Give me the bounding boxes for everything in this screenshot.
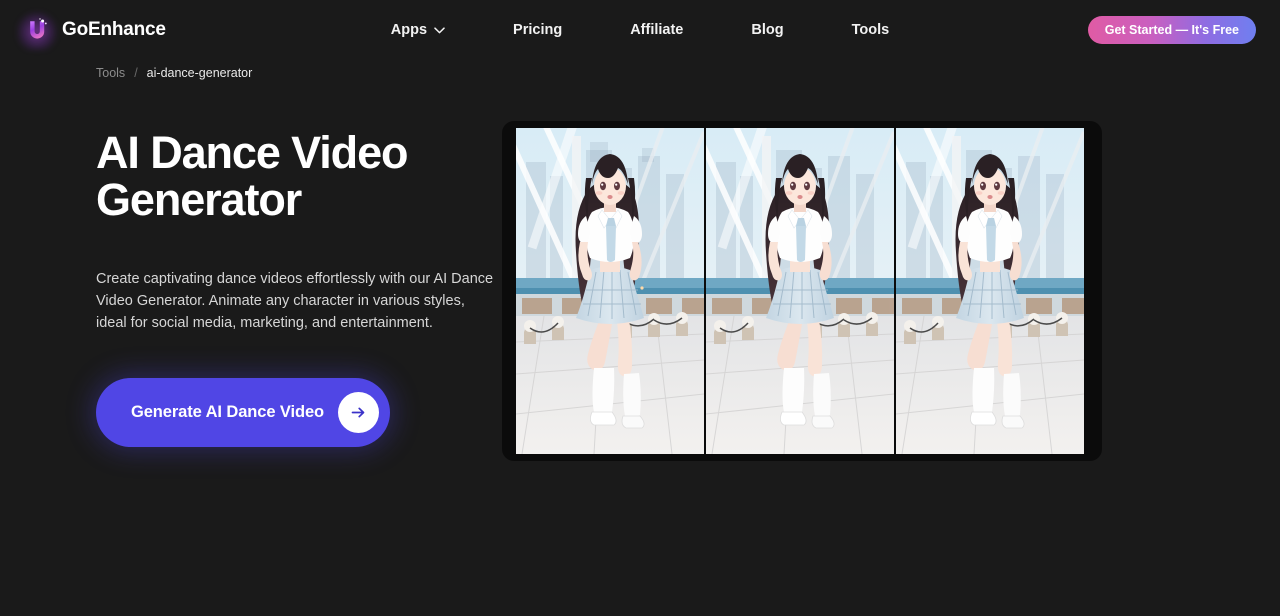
get-started-button[interactable]: Get Started — It's Free	[1087, 16, 1256, 44]
nav-item-tools[interactable]: Tools	[818, 22, 924, 38]
hero-copy: AI Dance Video Generator Create captivat…	[0, 124, 500, 448]
video-frame	[896, 128, 1084, 454]
brand-name: GoEnhance	[62, 19, 166, 40]
breadcrumb: Tools / ai-dance-generator	[0, 60, 1280, 80]
nav-item-affiliate[interactable]: Affiliate	[596, 22, 717, 38]
generate-ai-dance-video-button[interactable]: Generate AI Dance Video	[96, 378, 390, 448]
breadcrumb-separator: /	[134, 66, 138, 80]
site-header: GoEnhance Apps Pricing Affiliate Blog To…	[0, 0, 1280, 60]
goenhance-u-logo-icon	[17, 10, 57, 50]
nav-item-blog[interactable]: Blog	[717, 22, 817, 38]
nav-item-apps[interactable]: Apps	[357, 22, 479, 38]
page-title: AI Dance Video Generator	[96, 127, 408, 225]
breadcrumb-current: ai-dance-generator	[146, 66, 253, 80]
hero-description: Create captivating dance videos effortle…	[96, 270, 494, 331]
nav-item-pricing[interactable]: Pricing	[479, 22, 596, 38]
nav-item-apps-label: Apps	[390, 22, 428, 38]
arrow-right-icon	[338, 392, 379, 434]
breadcrumb-tools-link[interactable]: Tools	[96, 66, 125, 80]
hero-media	[500, 121, 1280, 461]
brand-logo[interactable]: GoEnhance	[17, 10, 166, 50]
hero-section: AI Dance Video Generator Create captivat…	[0, 80, 1280, 461]
video-frame	[516, 128, 704, 454]
dance-video-preview[interactable]	[502, 121, 1102, 461]
generate-button-label: Generate AI Dance Video	[131, 403, 325, 422]
video-frame	[706, 128, 894, 454]
chevron-down-icon	[434, 26, 445, 33]
frame-strip	[516, 128, 1102, 454]
